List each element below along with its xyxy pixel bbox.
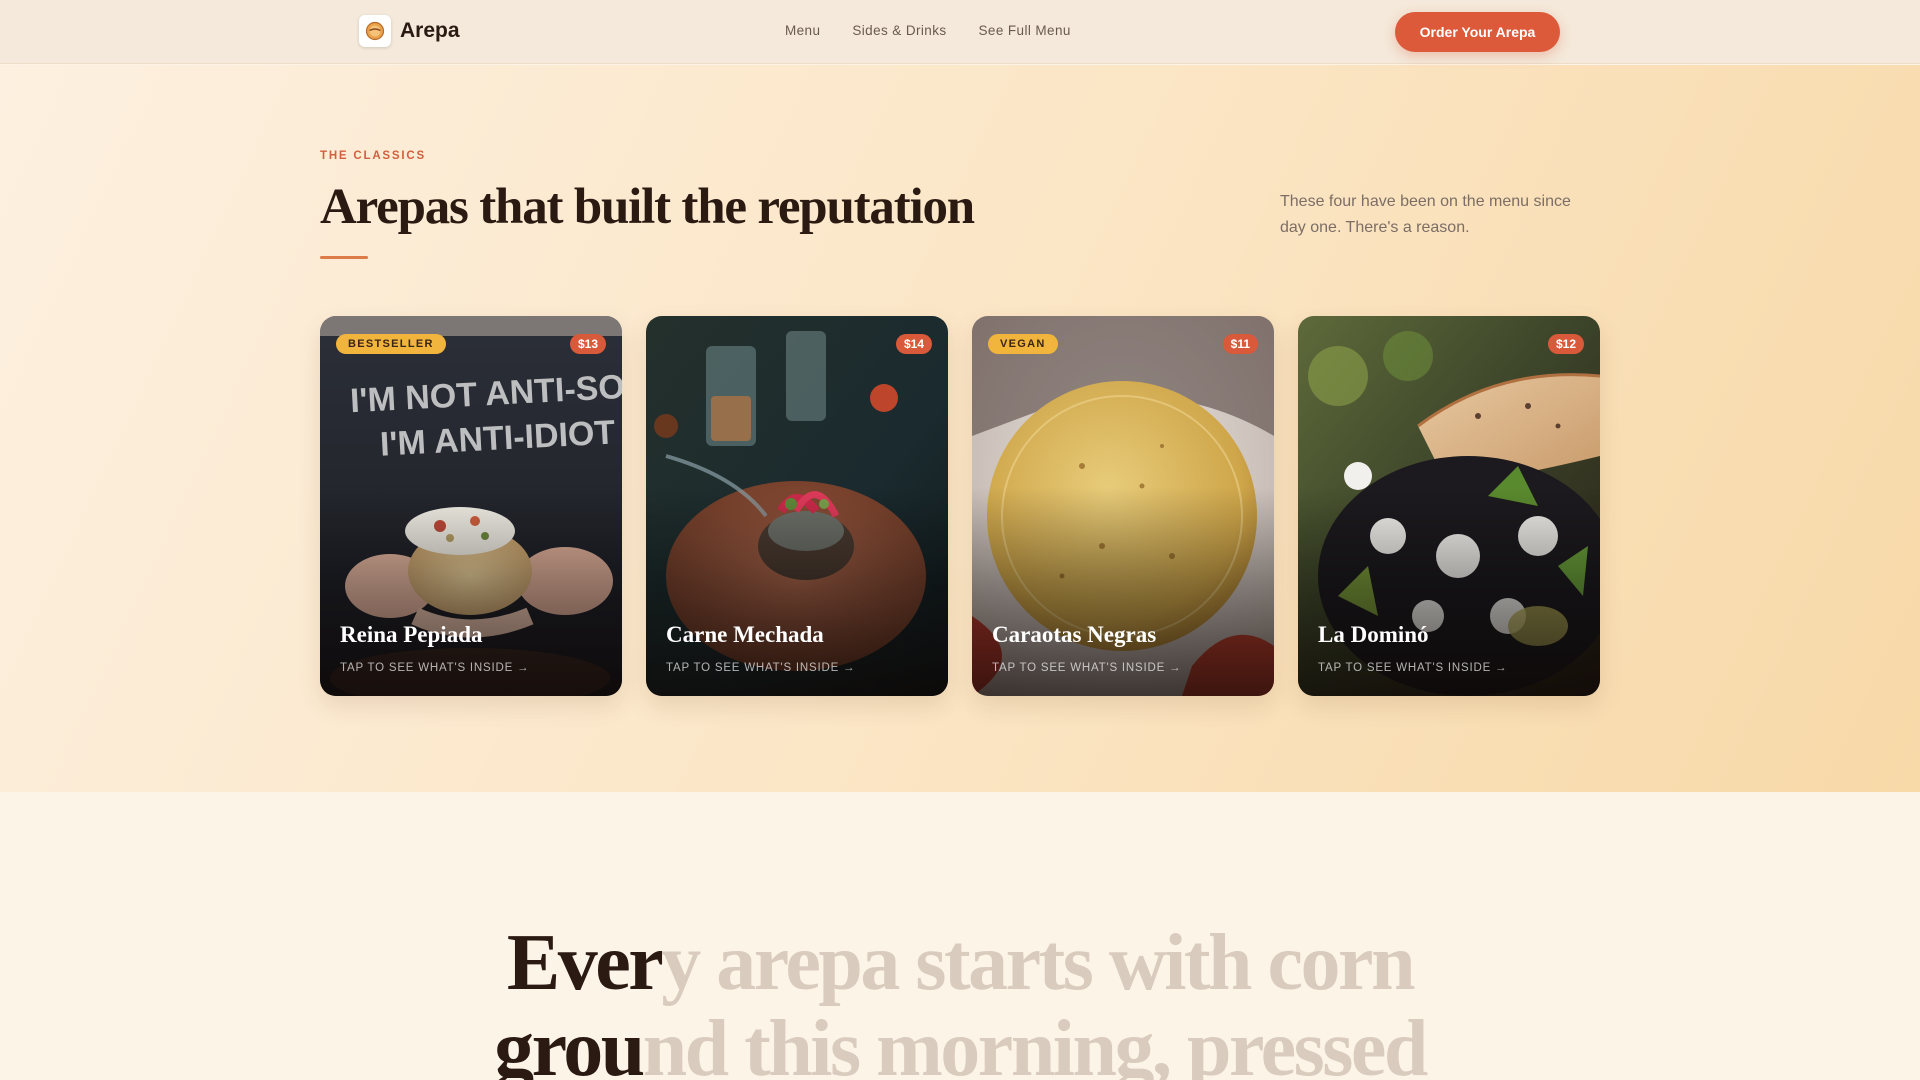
nav-links: Menu Sides & Drinks See Full Menu bbox=[785, 23, 1071, 38]
bestseller-badge: BESTSELLER bbox=[336, 334, 446, 354]
story-text-pending: nd this morning, pressed bbox=[642, 1005, 1429, 1080]
nav-link-menu[interactable]: Menu bbox=[785, 23, 820, 38]
card-cta: TAP TO SEE WHAT'S INSIDE → bbox=[1318, 662, 1508, 674]
arepa-logo-icon bbox=[359, 15, 391, 47]
story-text-revealed: Ever bbox=[506, 919, 664, 1007]
price-badge: $14 bbox=[895, 334, 932, 354]
vegan-badge: VEGAN bbox=[988, 334, 1058, 354]
section-eyebrow: THE CLASSICS bbox=[320, 150, 426, 162]
story-text-revealed: grou bbox=[494, 1005, 645, 1080]
card-cta: TAP TO SEE WHAT'S INSIDE → bbox=[666, 662, 856, 674]
section-lede: These four have been on the menu since d… bbox=[1280, 193, 1571, 236]
story-reveal-text: Every arepa starts with corn ground this… bbox=[460, 920, 1460, 1080]
menu-card-caraotas-negras[interactable]: VEGAN $11 Caraotas Negras TAP TO SEE WHA… bbox=[972, 316, 1274, 696]
classics-section bbox=[0, 65, 1920, 792]
card-cta: TAP TO SEE WHAT'S INSIDE → bbox=[340, 662, 530, 674]
price-badge: $12 bbox=[1547, 334, 1584, 354]
card-title: Carne Mechada bbox=[666, 622, 824, 647]
card-title: Caraotas Negras bbox=[992, 622, 1157, 647]
heading-underline bbox=[320, 256, 368, 259]
card-cta: TAP TO SEE WHAT'S INSIDE → bbox=[992, 662, 1182, 674]
story-text-pending: y arepa starts with corn bbox=[661, 919, 1415, 1007]
brand-name: Arepa bbox=[400, 19, 460, 42]
card-title: Reina Pepiada bbox=[340, 622, 483, 647]
brand[interactable]: Arepa bbox=[359, 15, 460, 47]
menu-card-carne-mechada[interactable]: $14 Carne Mechada TAP TO SEE WHAT'S INSI… bbox=[646, 316, 948, 696]
menu-card-la-domino[interactable]: $12 La Dominó TAP TO SEE WHAT'S INSIDE → bbox=[1298, 316, 1600, 696]
order-arepa-button[interactable]: Order Your Arepa bbox=[1395, 12, 1560, 52]
price-badge: $13 bbox=[569, 334, 606, 354]
top-navigation: Arepa Menu Sides & Drinks See Full Menu … bbox=[0, 0, 1920, 64]
nav-link-sides-drinks[interactable]: Sides & Drinks bbox=[852, 23, 946, 38]
card-title: La Dominó bbox=[1318, 622, 1429, 647]
price-badge: $11 bbox=[1222, 334, 1258, 354]
nav-link-full-menu[interactable]: See Full Menu bbox=[979, 23, 1071, 38]
section-heading: Arepas that built the reputation bbox=[320, 179, 975, 235]
menu-card-reina-pepiada[interactable]: I'M NOT ANTI-SOCIAL I'M ANTI-IDIOT BESTS… bbox=[320, 316, 622, 696]
